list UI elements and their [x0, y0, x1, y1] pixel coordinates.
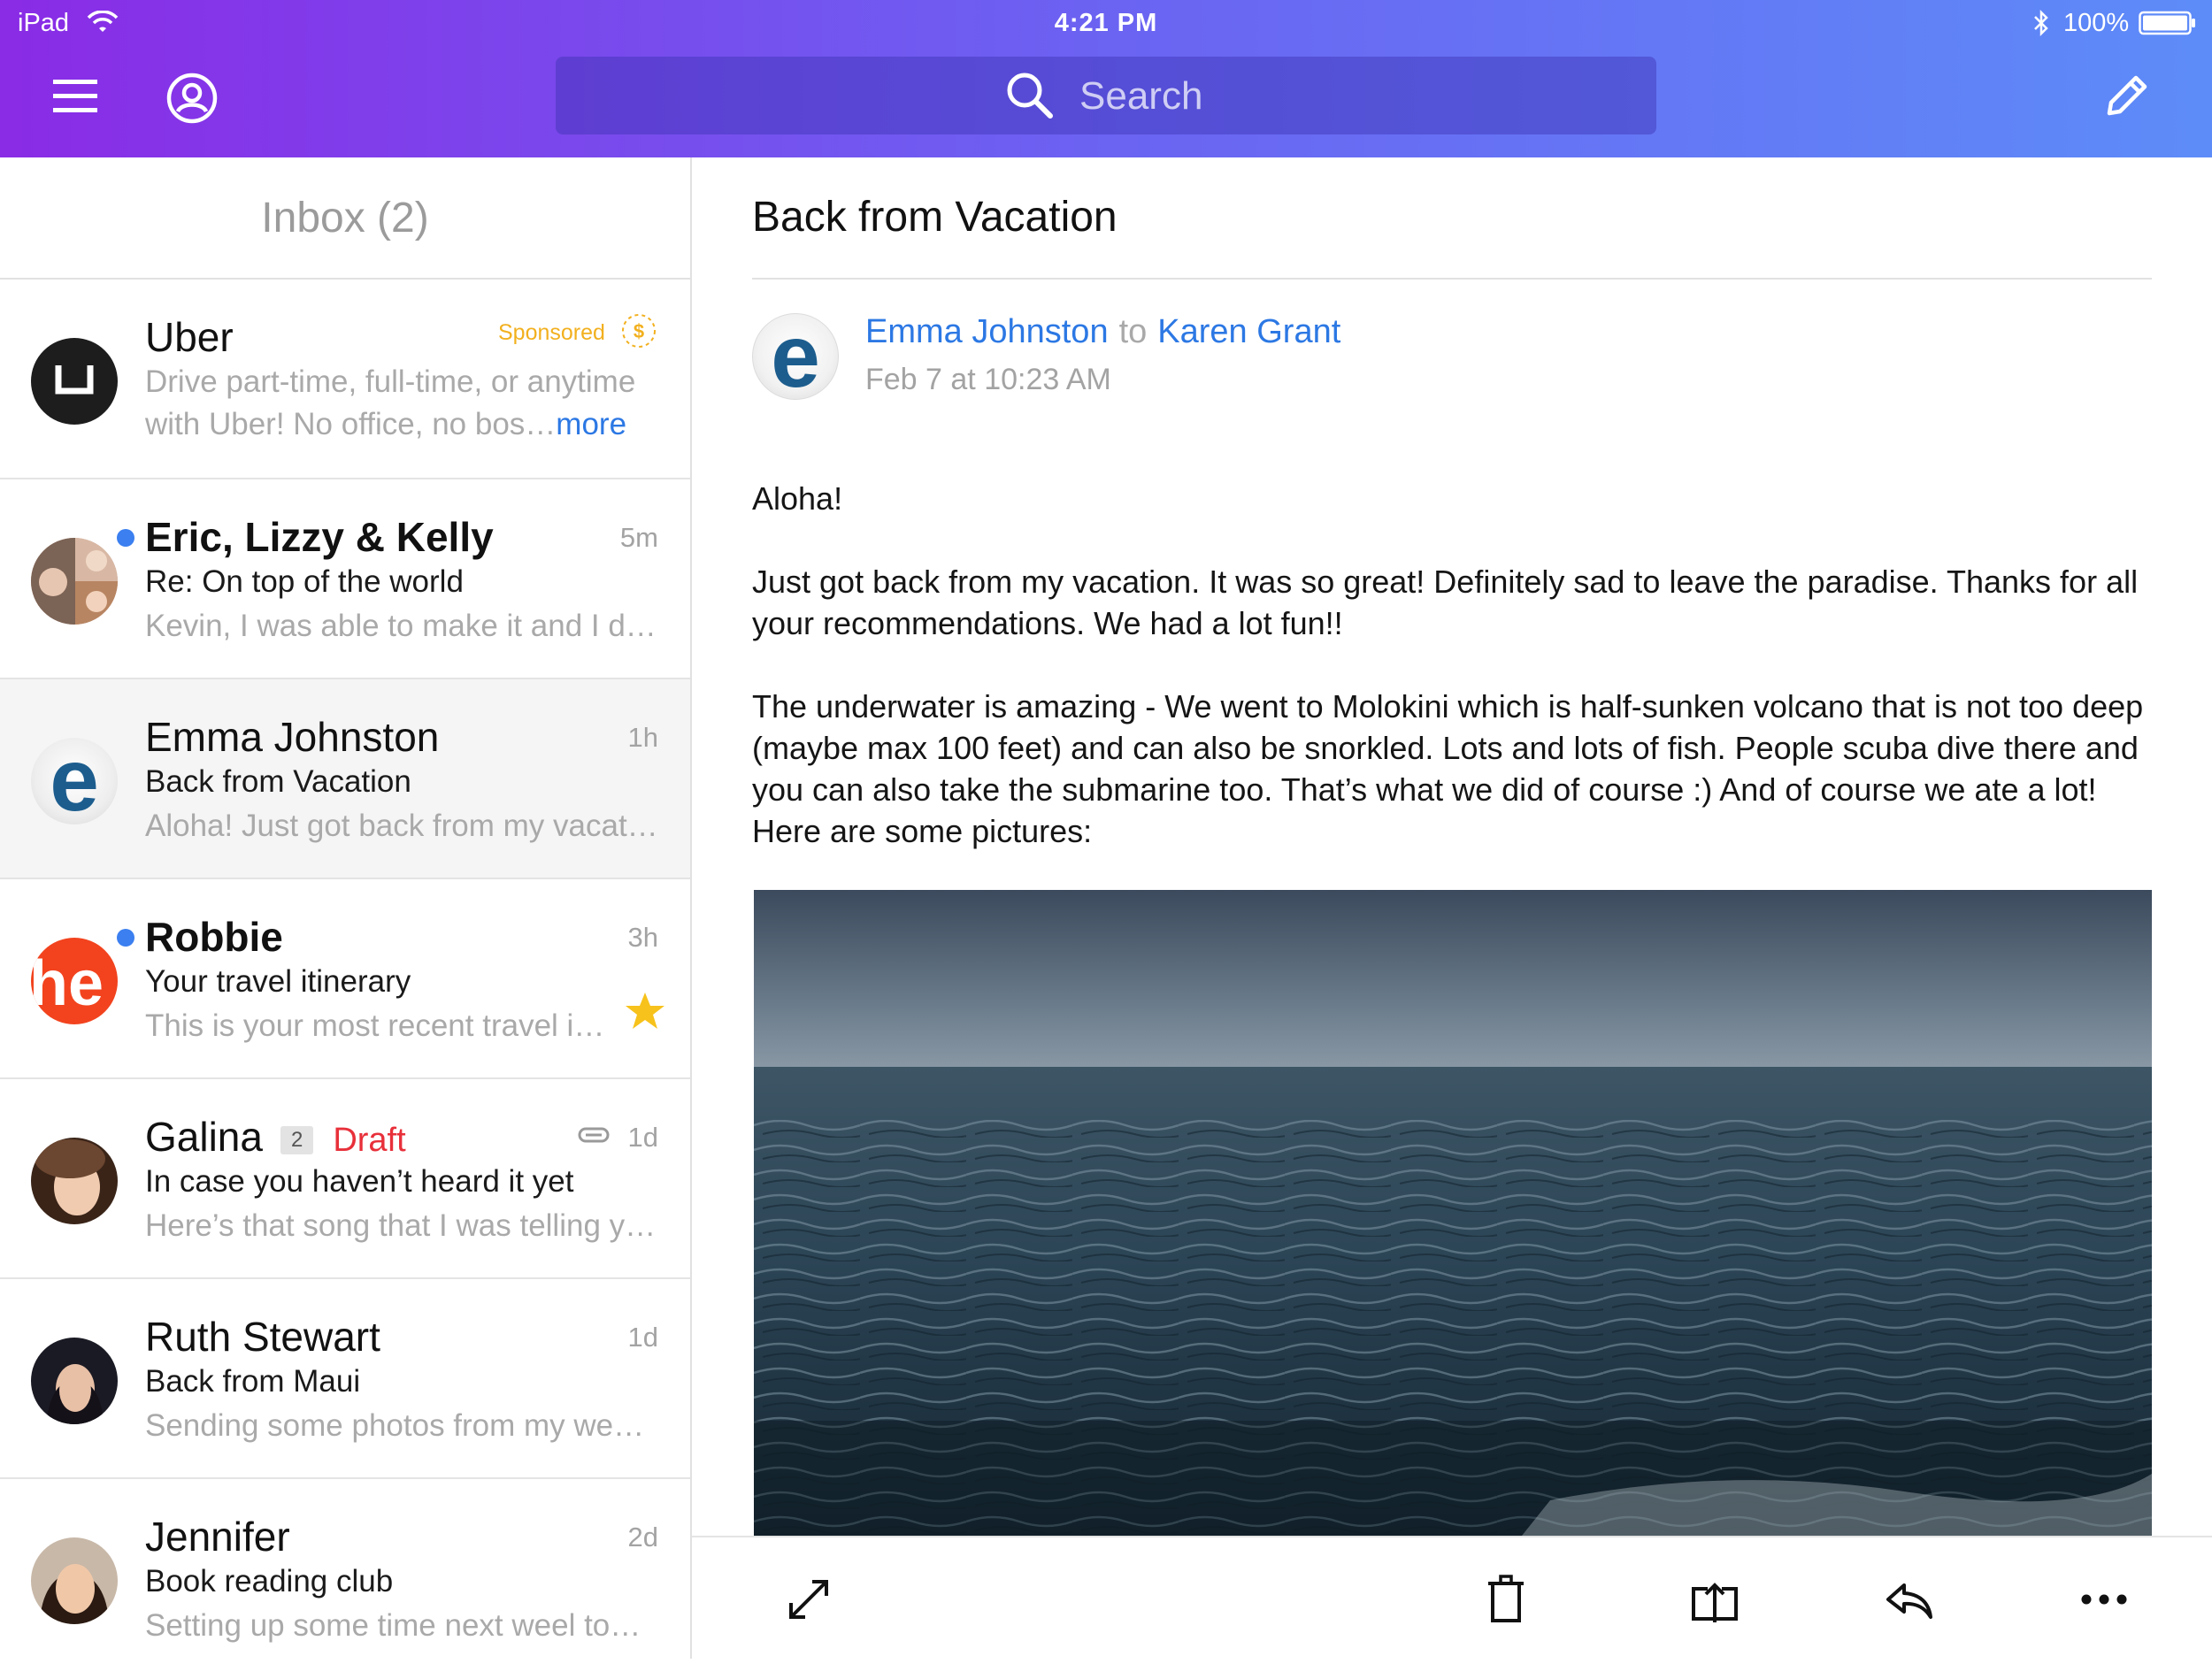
body-paragraph: Just got back from my vacation. It was s…	[752, 564, 2139, 641]
sender-name-text: Galina	[145, 1114, 263, 1160]
svg-text:e: e	[50, 738, 99, 824]
message-list-pane: Inbox (2) Uber Sponsored $ Drive part-ti…	[0, 157, 692, 1659]
recipient-link[interactable]: Karen Grant	[1157, 313, 1340, 350]
message-body: Aloha! Just got back from my vacation. I…	[752, 478, 2159, 893]
draft-label: Draft	[333, 1122, 406, 1159]
subject: Re: On top of the world	[145, 564, 464, 599]
sender-name: Jennifer	[145, 1514, 290, 1560]
sender-name: Emma Johnston	[145, 714, 440, 760]
status-time: 4:21 PM	[1054, 9, 1158, 37]
subject: Book reading club	[145, 1564, 394, 1598]
bluetooth-icon	[2032, 9, 2051, 44]
trash-icon[interactable]	[1479, 1573, 1532, 1626]
sponsored-dollar-icon: $	[616, 308, 662, 354]
move-to-folder-icon[interactable]	[1688, 1573, 1741, 1626]
expand-icon[interactable]	[782, 1573, 835, 1626]
timestamp: 1h	[627, 722, 658, 753]
uber-logo-icon	[31, 338, 118, 425]
inbox-header: Inbox (2)	[0, 157, 690, 280]
inbox-title: Inbox (2)	[261, 194, 429, 242]
battery-icon	[2139, 11, 2197, 42]
sponsored-label: Sponsored	[498, 320, 605, 345]
subject: Back from Maui	[145, 1364, 361, 1399]
timestamp: 1d	[627, 1322, 658, 1353]
search-input[interactable]: Search	[556, 57, 1656, 134]
message-reader-pane: Back from Vacation e Emma Johnston to Kare…	[692, 157, 2212, 1537]
from-to-line: Emma Johnston to Karen Grant	[865, 313, 1340, 351]
unread-dot	[117, 929, 134, 947]
more-link[interactable]: more	[556, 407, 626, 441]
sender-name: Uber	[145, 314, 234, 360]
attachment-icon	[577, 1123, 611, 1146]
body-paragraph: The underwater is amazing - We went to M…	[752, 688, 2144, 849]
he-logo-avatar: he	[31, 938, 118, 1024]
preview: Setting up some time next weel to…	[145, 1608, 641, 1643]
timestamp: 2d	[627, 1522, 658, 1552]
timestamp: 1d	[627, 1122, 658, 1153]
preview: This is your most recent travel in…	[145, 1008, 605, 1043]
sender-name: Robbie	[145, 914, 283, 960]
search-icon	[1005, 71, 1055, 120]
preview: Sending some photos from my wee…	[145, 1408, 658, 1443]
preview: Here’s that song that I was telling yo…	[145, 1208, 658, 1243]
subject: Back from Vacation	[145, 764, 411, 799]
list-item[interactable]: Ruth Stewart 1d Back from Maui Sending s…	[0, 1279, 690, 1479]
list-item[interactable]: Eric, Lizzy & Kelly 5m Re: On top of the…	[0, 479, 690, 679]
sender-name: Galina 2 Draft	[145, 1113, 406, 1161]
sender-name: Eric, Lizzy & Kelly	[145, 514, 494, 560]
avatar	[31, 1537, 118, 1624]
timestamp: 3h	[627, 922, 658, 953]
battery-percent: 100%	[2063, 9, 2130, 37]
svg-text:e: e	[771, 314, 820, 399]
ocean-photo[interactable]	[754, 890, 2152, 1537]
body-paragraph: Aloha!	[752, 480, 843, 517]
message-toolbar	[692, 1536, 2212, 1660]
more-icon[interactable]	[2078, 1573, 2131, 1626]
thread-count-badge: 2	[280, 1125, 314, 1154]
compose-icon[interactable]	[2099, 69, 2154, 124]
e-logo-avatar: e	[31, 738, 118, 824]
message-date: Feb 7 at 10:23 AM	[865, 363, 1111, 396]
sender-avatar[interactable]: e	[752, 313, 839, 400]
star-icon[interactable]	[625, 991, 665, 1031]
top-bar: iPad 4:21 PM 100% Search	[0, 0, 2212, 157]
search-placeholder: Search	[1079, 74, 1203, 118]
svg-text:$: $	[634, 320, 644, 342]
sender-link[interactable]: Emma Johnston	[865, 313, 1109, 350]
avatar	[31, 1138, 118, 1224]
to-word: to	[1118, 313, 1148, 350]
timestamp: 5m	[619, 522, 658, 553]
ad-preview: Drive part-time, full-time, or anytime w…	[145, 361, 641, 446]
subject: In case you haven’t heard it yet	[145, 1164, 574, 1199]
subject: Your travel itinerary	[145, 964, 411, 999]
sender-name: Ruth Stewart	[145, 1314, 380, 1360]
reply-icon[interactable]	[1883, 1573, 1936, 1626]
divider	[752, 278, 2152, 280]
group-avatar	[31, 538, 118, 625]
avatar	[31, 1338, 118, 1424]
list-item[interactable]: Galina 2 Draft 1d In case you haven’t hear…	[0, 1079, 690, 1279]
menu-icon[interactable]	[50, 71, 103, 120]
account-icon[interactable]	[165, 71, 219, 126]
list-item[interactable]: Jennifer 2d Book reading club Setting up…	[0, 1479, 690, 1679]
unread-dot	[117, 529, 134, 547]
preview: Kevin, I was able to make it and I do…	[145, 609, 658, 643]
preview: Aloha! Just got back from my vacati…	[145, 809, 658, 843]
list-item[interactable]: he Robbie 3h Your travel itinerary This …	[0, 879, 690, 1079]
list-item-selected[interactable]: e Emma Johnston 1h Back from Vacation Al…	[0, 679, 690, 879]
message-title: Back from Vacation	[752, 194, 1118, 241]
list-item-sponsored[interactable]: Uber Sponsored $ Drive part-time, full-t…	[0, 280, 690, 479]
svg-text:he: he	[31, 948, 104, 1019]
